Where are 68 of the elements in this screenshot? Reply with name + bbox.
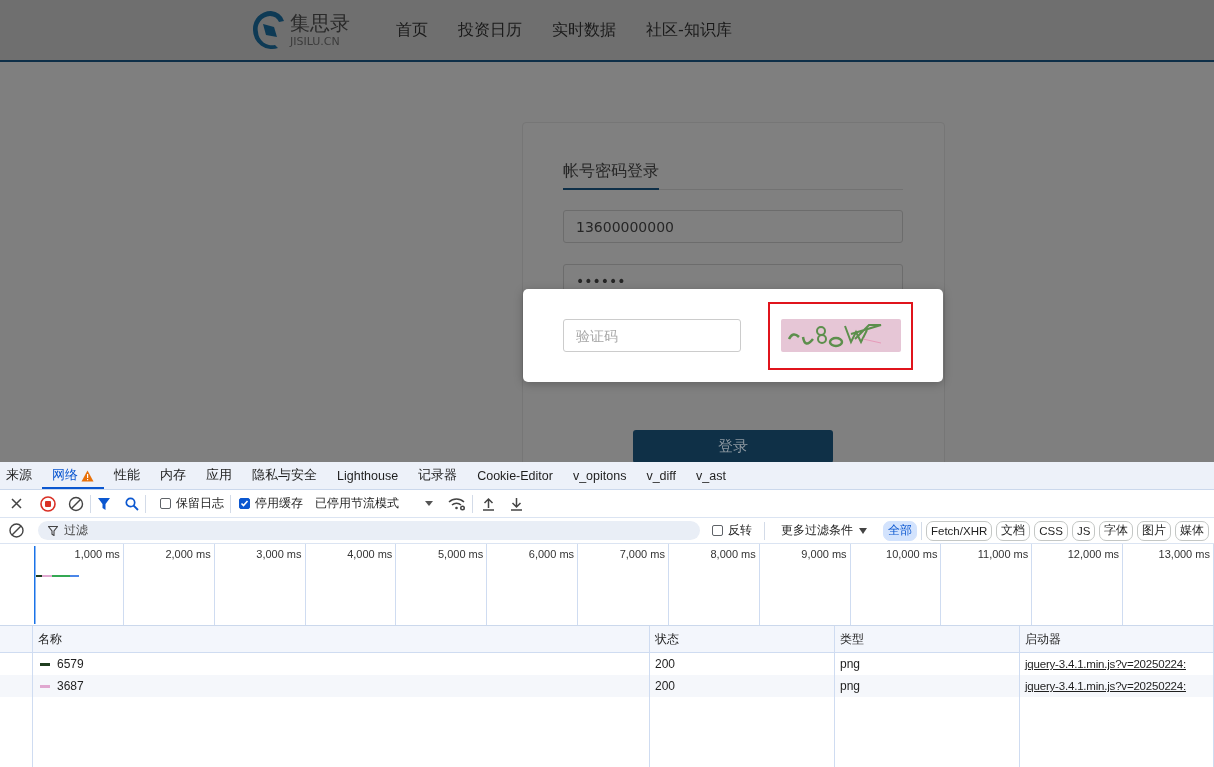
table-cell[interactable]: 6579 bbox=[57, 657, 84, 671]
column-header[interactable]: 类型 bbox=[835, 626, 1020, 652]
table-cell: 200 bbox=[650, 675, 835, 697]
logo-name: 集思录 bbox=[290, 13, 350, 33]
table-cell: png bbox=[835, 675, 1020, 697]
network-settings-icon[interactable] bbox=[448, 496, 466, 511]
tick-label: 11,000 ms bbox=[977, 548, 1029, 560]
filter-icon[interactable] bbox=[97, 496, 111, 511]
captcha-field[interactable]: 验证码 bbox=[563, 319, 741, 352]
devtools-tab[interactable]: 记录器 bbox=[408, 462, 468, 489]
devtools-tab[interactable]: Lighthouse bbox=[327, 462, 409, 489]
initiator-link[interactable]: jquery-3.4.1.min.js?v=20250224: bbox=[1025, 680, 1186, 692]
devtools-tab[interactable]: 性能 bbox=[104, 462, 150, 489]
tick-label: 3,000 ms bbox=[256, 548, 302, 560]
devtools-tab[interactable]: v_opitons bbox=[562, 462, 637, 489]
block-icon[interactable] bbox=[9, 523, 24, 538]
devtools-tab[interactable]: 来源 bbox=[0, 462, 42, 489]
invert-checkbox[interactable]: 反转 bbox=[712, 522, 752, 539]
initiator-link[interactable]: jquery-3.4.1.min.js?v=20250224: bbox=[1025, 658, 1186, 670]
tick-label: 5,000 ms bbox=[437, 548, 484, 560]
close-icon[interactable] bbox=[11, 498, 22, 509]
type-filter-chip[interactable]: 全部 bbox=[883, 520, 917, 541]
type-filter-chip[interactable]: 字体 bbox=[1099, 520, 1134, 541]
login-button[interactable]: 登录 bbox=[633, 430, 833, 462]
filter-icon bbox=[48, 525, 58, 536]
phone-field[interactable]: 13600000000 bbox=[563, 210, 903, 243]
type-filter-chip[interactable]: CSS bbox=[1034, 520, 1068, 541]
devtools-tab[interactable]: 隐私与安全 bbox=[242, 462, 327, 489]
stop-recording-icon[interactable] bbox=[40, 495, 56, 512]
devtools-tab[interactable]: 应用 bbox=[196, 462, 242, 489]
upload-icon[interactable] bbox=[482, 496, 495, 511]
download-icon[interactable] bbox=[510, 496, 523, 511]
tick-label: 2,000 ms bbox=[165, 548, 211, 560]
type-filter-chip[interactable]: 媒体 bbox=[1175, 520, 1210, 541]
caret-icon bbox=[859, 527, 867, 534]
column-header[interactable]: 名称 bbox=[33, 626, 650, 652]
table-cell[interactable]: 3687 bbox=[57, 679, 84, 693]
type-filter-chip[interactable]: JS bbox=[1071, 520, 1096, 541]
preserve-log-checkbox[interactable]: 保留日志 bbox=[160, 495, 224, 512]
filter-field[interactable]: 过滤 bbox=[38, 521, 700, 540]
column-header[interactable]: 启动器 bbox=[1020, 626, 1214, 652]
devtools-tab[interactable]: v_ast bbox=[686, 462, 736, 489]
type-filter-chip[interactable]: 图片 bbox=[1137, 520, 1172, 541]
throttling-dropdown[interactable]: 已停用节流模式 bbox=[315, 495, 433, 512]
clear-icon[interactable] bbox=[68, 495, 84, 512]
tick-label: 10,000 ms bbox=[886, 548, 938, 560]
login-tab[interactable]: 帐号密码登录 bbox=[563, 161, 659, 190]
devtools-tab[interactable]: 内存 bbox=[150, 462, 196, 489]
tick-label: 8,000 ms bbox=[710, 548, 756, 560]
search-icon[interactable] bbox=[125, 496, 139, 511]
tick-label: 9,000 ms bbox=[801, 548, 847, 560]
type-filter-chip[interactable]: Fetch/XHR bbox=[926, 520, 993, 541]
tick-label: 13,000 ms bbox=[1158, 548, 1210, 560]
devtools-tab[interactable]: 网络 bbox=[42, 462, 104, 489]
type-filter-chip[interactable]: 文档 bbox=[996, 520, 1031, 541]
tick-label: 7,000 ms bbox=[619, 548, 665, 560]
caret-icon bbox=[425, 501, 433, 506]
column-header[interactable]: 状态 bbox=[650, 626, 835, 652]
more-filters-dropdown[interactable]: 更多过滤条件 bbox=[781, 522, 867, 539]
devtools-tab[interactable]: Cookie-Editor bbox=[467, 462, 563, 489]
tick-label: 12,000 ms bbox=[1067, 548, 1120, 560]
tick-label: 1,000 ms bbox=[74, 548, 120, 560]
disable-cache-checkbox[interactable]: 停用缓存 bbox=[239, 495, 303, 512]
tick-label: 4,000 ms bbox=[347, 548, 393, 560]
check-icon bbox=[240, 499, 249, 508]
devtools-tab[interactable]: v_diff bbox=[636, 462, 687, 489]
tick-label: 6,000 ms bbox=[528, 548, 575, 560]
logo-icon bbox=[252, 9, 286, 51]
